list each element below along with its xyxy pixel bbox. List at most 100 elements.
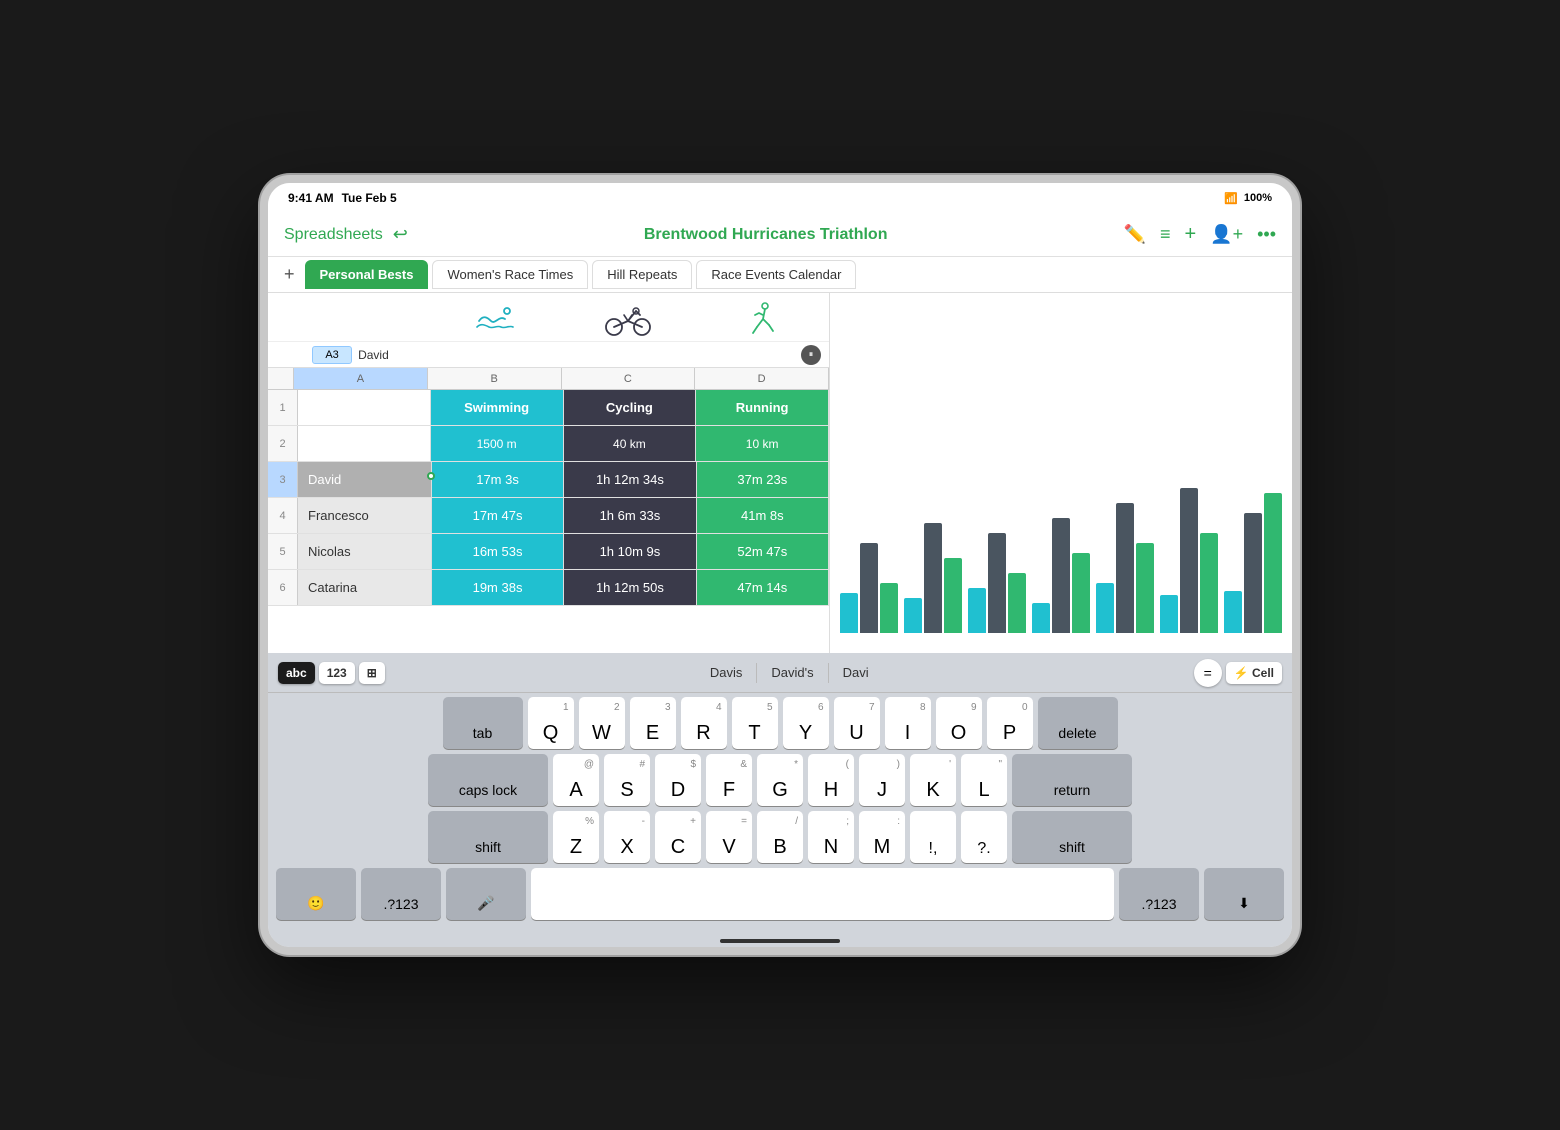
cell-4c[interactable]: 1h 6m 33s [564,498,696,533]
key-c[interactable]: +C [655,811,701,863]
key-k[interactable]: 'K [910,754,956,806]
key-question[interactable]: ?. [961,811,1007,863]
cell-1a[interactable] [298,390,431,425]
mic-key[interactable]: 🎤 [446,868,526,920]
cell-5a[interactable]: Nicolas [298,534,432,569]
delete-key[interactable]: delete [1038,697,1118,749]
tab-personal-bests[interactable]: Personal Bests [305,260,429,289]
tab-key[interactable]: tab [443,697,523,749]
key-z[interactable]: %Z [553,811,599,863]
key-f[interactable]: &F [706,754,752,806]
bar-run [1264,493,1282,633]
key-r[interactable]: 4R [681,697,727,749]
key-s[interactable]: #S [604,754,650,806]
cycle-icon [604,301,652,337]
cell-2a[interactable] [298,426,431,461]
key-d[interactable]: $D [655,754,701,806]
autocomplete-davi[interactable]: Davi [833,661,879,684]
key-m[interactable]: :M [859,811,905,863]
add-icon[interactable]: + [1184,223,1196,246]
hide-keyboard-key[interactable]: ⬇ [1204,868,1284,920]
key-exclaim[interactable]: !, [910,811,956,863]
formula-input[interactable] [358,348,795,362]
shift-right-key[interactable]: shift [1012,811,1132,863]
col-header-b[interactable]: B [428,368,562,389]
format-icon[interactable]: ≡ [1160,224,1171,245]
back-button[interactable]: Spreadsheets [284,226,383,244]
emoji-key[interactable]: 🙂 [276,868,356,920]
cell-6c[interactable]: 1h 12m 50s [564,570,696,605]
dot123-left-key[interactable]: .?123 [361,868,441,920]
key-h[interactable]: (H [808,754,854,806]
caps-lock-key[interactable]: caps lock [428,754,548,806]
col-header-d[interactable]: D [695,368,829,389]
share-icon[interactable]: 👤+ [1210,224,1243,245]
pause-formula-btn[interactable]: ⏸ [801,345,821,365]
cell-4b[interactable]: 17m 47s [432,498,564,533]
col-header-a[interactable]: A [294,368,428,389]
tab-race-events-calendar[interactable]: Race Events Calendar [696,260,856,289]
bar-cycle [988,533,1006,633]
time: 9:41 AM [288,191,334,205]
cell-6d[interactable]: 47m 14s [697,570,829,605]
cell-6b[interactable]: 19m 38s [432,570,564,605]
add-tab-button[interactable]: + [278,264,301,285]
cell-1c[interactable]: Cycling [564,390,697,425]
kbd-cell-btn[interactable]: ⚡ Cell [1226,662,1282,684]
undo-icon[interactable]: ↩ [393,224,408,245]
cell-3a[interactable]: David [298,462,432,497]
key-o[interactable]: 9O [936,697,982,749]
key-j[interactable]: )J [859,754,905,806]
kbd-mode-abc[interactable]: abc [278,662,315,684]
kbd-mode-123[interactable]: 123 [319,662,355,684]
more-icon[interactable]: ••• [1257,224,1276,245]
cell-4a[interactable]: Francesco [298,498,432,533]
cell-5c[interactable]: 1h 10m 9s [564,534,696,569]
pencil-icon[interactable]: ✏️ [1124,224,1146,245]
cell-3b[interactable]: 17m 3s [432,462,564,497]
cell-6a[interactable]: Catarina [298,570,432,605]
document-title: Brentwood Hurricanes Triathlon [644,226,888,244]
keyboard-row-3: shift %Z -X +C =V /B ;N :M !, ?. shift [268,811,1292,863]
dot123-right-key[interactable]: .?123 [1119,868,1199,920]
key-e[interactable]: 3E [630,697,676,749]
key-l[interactable]: "L [961,754,1007,806]
key-t[interactable]: 5T [732,697,778,749]
key-y[interactable]: 6Y [783,697,829,749]
table-row: 1 Swimming Cycling Running [268,390,829,426]
key-w[interactable]: 2W [579,697,625,749]
cell-3d[interactable]: 37m 23s [697,462,829,497]
row-num-1: 1 [268,390,298,425]
key-n[interactable]: ;N [808,811,854,863]
return-key[interactable]: return [1012,754,1132,806]
cell-5b[interactable]: 16m 53s [432,534,564,569]
kbd-mode-table[interactable]: ⊞ [359,662,385,684]
key-q[interactable]: 1Q [528,697,574,749]
tab-womens-race-times[interactable]: Women's Race Times [432,260,588,289]
shift-left-key[interactable]: shift [428,811,548,863]
bar-group [1096,503,1154,633]
key-g[interactable]: *G [757,754,803,806]
autocomplete-davids[interactable]: David's [761,661,823,684]
cell-1b[interactable]: Swimming [431,390,564,425]
cell-2b[interactable]: 1500 m [431,426,564,461]
cell-2d[interactable]: 10 km [696,426,829,461]
cell-5d[interactable]: 52m 47s [697,534,829,569]
key-u[interactable]: 7U [834,697,880,749]
cell-2c[interactable]: 40 km [564,426,697,461]
key-v[interactable]: =V [706,811,752,863]
key-a[interactable]: @A [553,754,599,806]
key-b[interactable]: /B [757,811,803,863]
tab-hill-repeats[interactable]: Hill Repeats [592,260,692,289]
bar-run [1200,533,1218,633]
key-i[interactable]: 8I [885,697,931,749]
cell-1d[interactable]: Running [696,390,829,425]
cell-4d[interactable]: 41m 8s [697,498,829,533]
key-x[interactable]: -X [604,811,650,863]
cell-3c[interactable]: 1h 12m 34s [564,462,696,497]
space-key[interactable] [531,868,1114,920]
key-p[interactable]: 0P [987,697,1033,749]
formula-eq-btn[interactable]: = [1194,659,1222,687]
autocomplete-davis[interactable]: Davis [700,661,753,684]
col-header-c[interactable]: C [562,368,696,389]
